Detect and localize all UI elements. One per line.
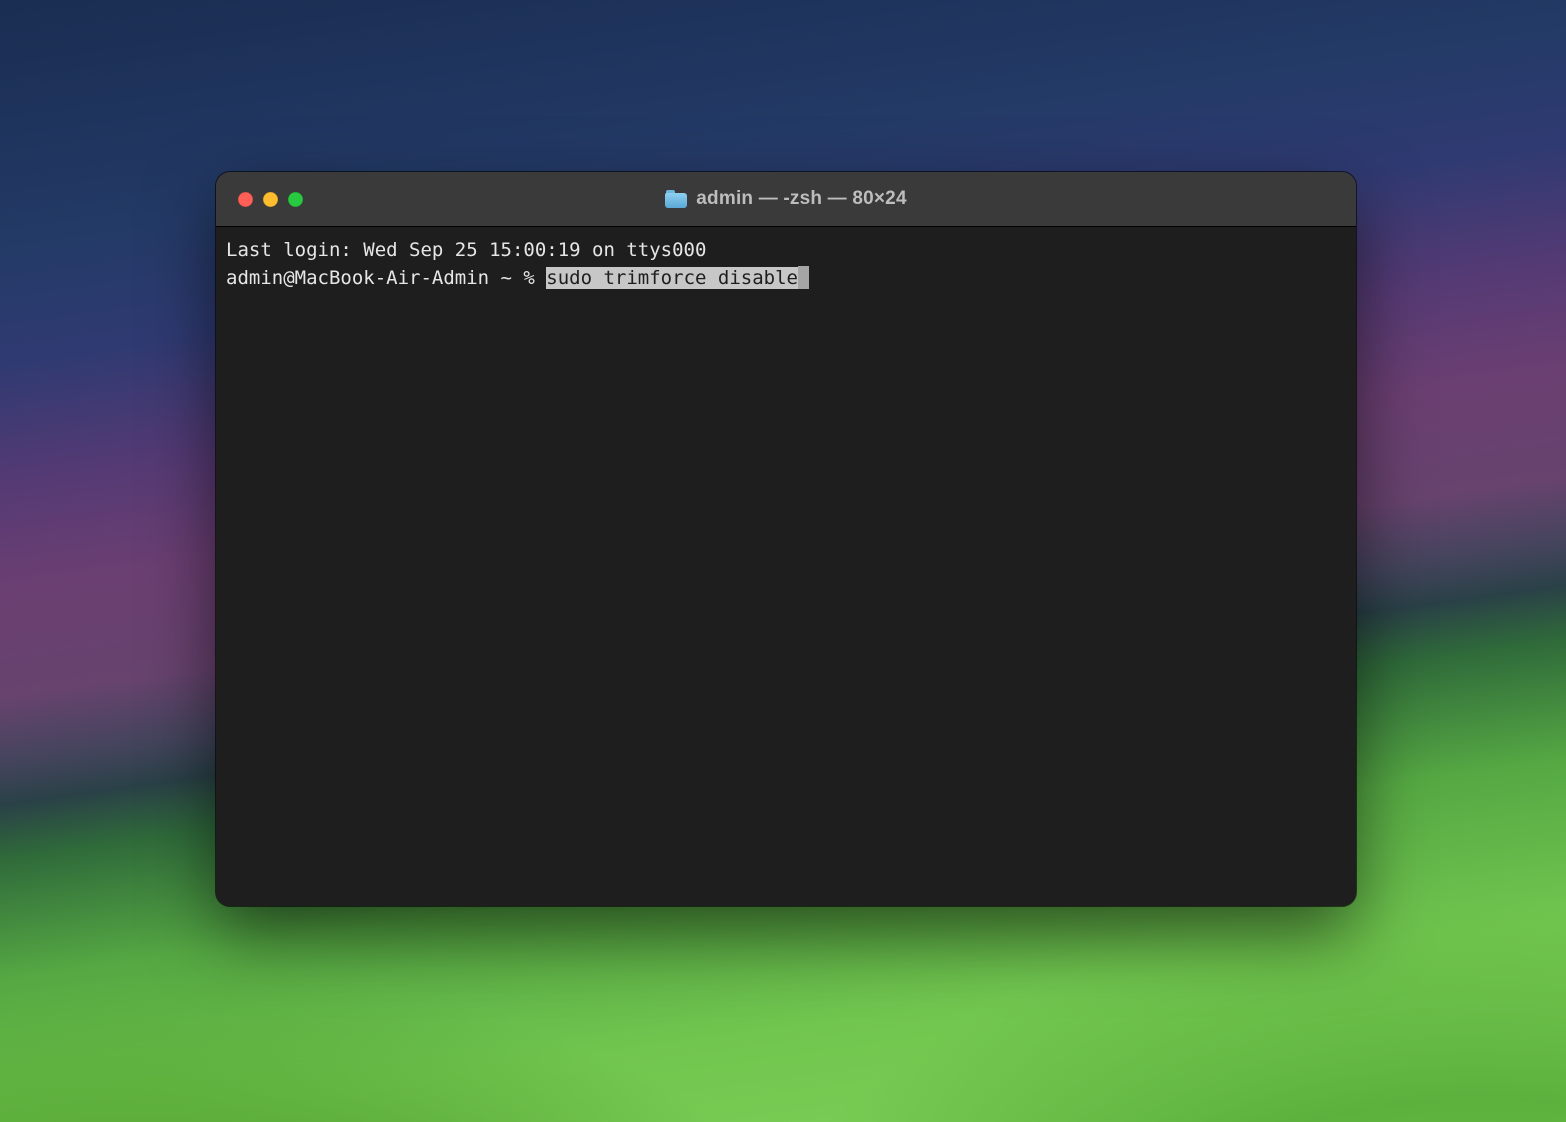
shell-prompt: admin@MacBook-Air-Admin ~ % bbox=[226, 267, 546, 289]
window-title: admin — -zsh — 80×24 bbox=[216, 188, 1356, 210]
terminal-window: admin — -zsh — 80×24 Last login: Wed Sep… bbox=[216, 172, 1356, 906]
command-input-selection[interactable]: sudo trimforce disable bbox=[546, 267, 798, 289]
zoom-button[interactable] bbox=[288, 192, 303, 207]
traffic-lights bbox=[238, 192, 303, 207]
close-button[interactable] bbox=[238, 192, 253, 207]
window-title-text: admin — -zsh — 80×24 bbox=[696, 188, 906, 210]
folder-icon bbox=[665, 190, 687, 208]
text-cursor bbox=[798, 266, 809, 289]
terminal-viewport[interactable]: Last login: Wed Sep 25 15:00:19 on ttys0… bbox=[216, 227, 1356, 906]
last-login-line: Last login: Wed Sep 25 15:00:19 on ttys0… bbox=[226, 239, 706, 261]
minimize-button[interactable] bbox=[263, 192, 278, 207]
window-titlebar[interactable]: admin — -zsh — 80×24 bbox=[216, 172, 1356, 227]
